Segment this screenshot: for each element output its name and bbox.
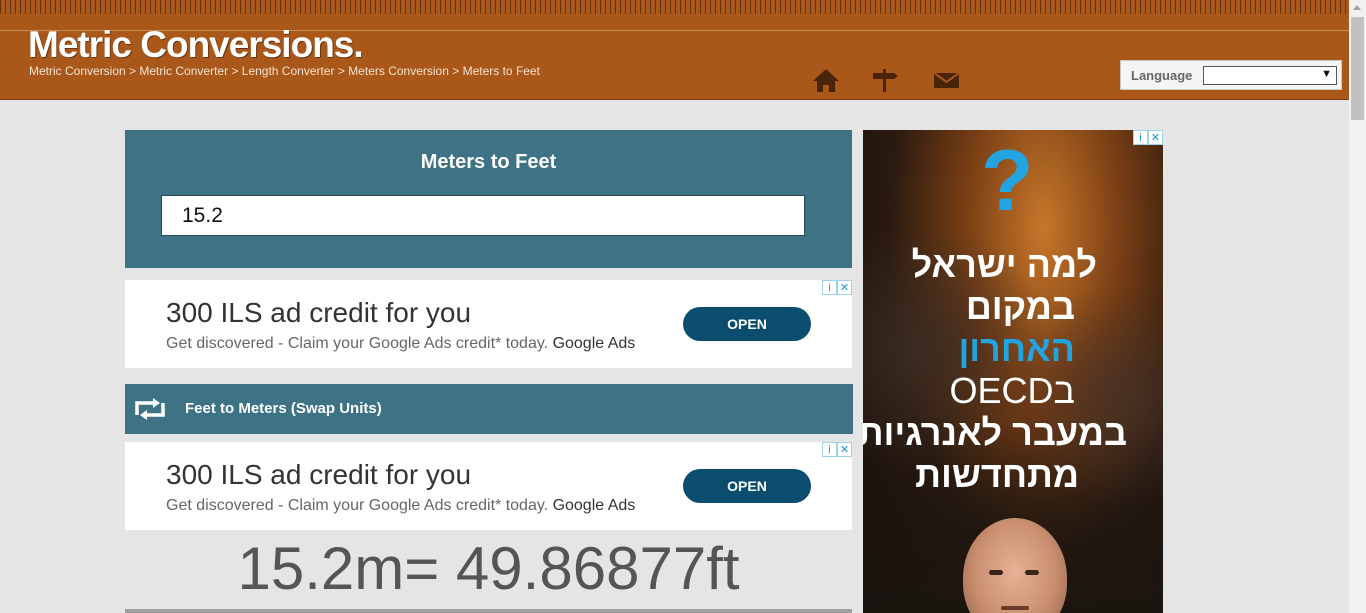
breadcrumb: Metric Conversion > Metric Converter > L… — [29, 64, 540, 78]
ad-text-line: מתחדשות — [915, 454, 1079, 495]
google-ad-banner[interactable]: i ✕ 300 ILS ad credit for you Get discov… — [125, 280, 852, 368]
ad-info-icon[interactable]: i — [822, 280, 837, 295]
breadcrumb-item[interactable]: Metric Converter — [139, 64, 228, 78]
converter-panel: Meters to Feet — [125, 130, 852, 268]
language-select[interactable]: ▼ — [1203, 66, 1337, 85]
swap-units-link[interactable]: Feet to Meters (Swap Units) — [185, 400, 382, 417]
ad-text-line: במעבר לאנרגיות — [863, 412, 1127, 453]
breadcrumb-item[interactable]: Meters Conversion — [348, 64, 449, 78]
signpost-icon[interactable] — [870, 66, 900, 94]
ad-text-line: למה ישראל — [911, 244, 1097, 285]
divider — [125, 609, 852, 613]
breadcrumb-item[interactable]: Metric Conversion — [29, 64, 126, 78]
ad-open-button[interactable]: OPEN — [683, 307, 811, 341]
ad-description: Get discovered - Claim your Google Ads c… — [166, 335, 636, 352]
home-icon[interactable] — [811, 66, 841, 94]
ad-headline[interactable]: 300 ILS ad credit for you — [166, 297, 471, 329]
ad-brand: Google Ads — [552, 335, 636, 352]
conversion-result: 15.2m= 49.86877ft — [237, 535, 740, 602]
ad-info-icon[interactable]: i — [1133, 130, 1148, 145]
converter-title: Meters to Feet — [420, 151, 557, 173]
meters-input[interactable] — [161, 195, 805, 236]
adchoices[interactable]: i ✕ — [1133, 130, 1163, 145]
ad-headline[interactable]: 300 ILS ad credit for you — [166, 459, 471, 491]
adchoices[interactable]: i ✕ — [822, 442, 852, 457]
swap-icon[interactable] — [131, 395, 169, 423]
ad-close-icon[interactable]: ✕ — [837, 442, 852, 457]
breadcrumb-item[interactable]: Meters to Feet — [463, 64, 540, 78]
ad-brand: Google Ads — [552, 497, 636, 514]
question-mark: ? — [981, 133, 1034, 229]
side-banner-ad[interactable]: i ✕ ? למה ישראל במקום האחרון בOECD במעבר… — [863, 130, 1163, 613]
ad-close-icon[interactable]: ✕ — [1148, 130, 1163, 145]
site-header: Metric Conversions. Metric Conversion > … — [0, 0, 1349, 100]
ad-text-line: בOECD — [949, 370, 1075, 411]
adchoices[interactable]: i ✕ — [822, 280, 852, 295]
ad-text-line: במקום — [965, 286, 1075, 327]
site-logo[interactable]: Metric Conversions. — [28, 24, 364, 66]
breadcrumb-item[interactable]: Length Converter — [242, 64, 335, 78]
ad-text-line: האחרון — [958, 328, 1075, 369]
language-label: Language — [1131, 68, 1193, 83]
swap-units-bar[interactable]: Feet to Meters (Swap Units) — [125, 384, 853, 434]
ad-description: Get discovered - Claim your Google Ads c… — [166, 497, 636, 514]
ad-close-icon[interactable]: ✕ — [837, 280, 852, 295]
ad-open-button[interactable]: OPEN — [683, 469, 811, 503]
scrollbar[interactable] — [1349, 0, 1366, 613]
scroll-thumb[interactable] — [1351, 17, 1364, 120]
dropdown-caret-icon: ▼ — [1321, 68, 1332, 80]
scroll-up-arrow-icon[interactable] — [1353, 5, 1361, 10]
google-ad-banner[interactable]: i ✕ 300 ILS ad credit for you Get discov… — [125, 442, 852, 530]
ad-info-icon[interactable]: i — [822, 442, 837, 457]
language-selector-box: Language ▼ — [1120, 60, 1342, 90]
mail-icon[interactable] — [931, 66, 961, 94]
